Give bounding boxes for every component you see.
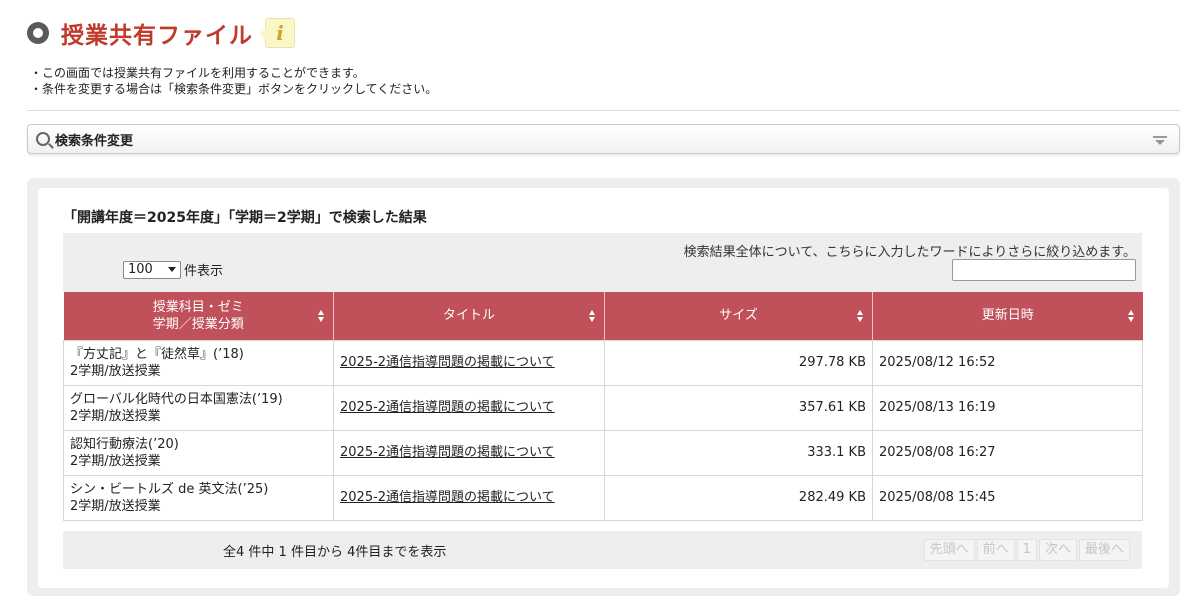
file-link[interactable]: 2025-2通信指導問題の掲載について (340, 445, 555, 460)
results-table: 授業科目・ゼミ 学期／授業分類 タイトル サイズ 更新日時 『方丈記』と『徒然草… (63, 292, 1143, 521)
bullet-circle-icon (27, 22, 49, 44)
title-cell: 2025-2通信指導問題の掲載について (333, 474, 605, 521)
title-cell: 2025-2通信指導問題の掲載について (333, 429, 605, 476)
results-title: 「開講年度＝2025年度」「学期＝2学期」で検索した結果 (63, 210, 427, 226)
sort-icon[interactable] (1127, 309, 1135, 322)
size-cell: 297.78 KB (604, 339, 873, 386)
table-row: シン・ビートルズ de 英文法(’25) 2学期/放送授業 2025-2通信指導問… (63, 474, 1143, 521)
table-header-row: 授業科目・ゼミ 学期／授業分類 タイトル サイズ 更新日時 (63, 292, 1143, 340)
pager-last[interactable]: 最後へ (1078, 539, 1130, 561)
course-cell: シン・ビートルズ de 英文法(’25) 2学期/放送授業 (63, 474, 334, 521)
filter-hint: 検索結果全体について、こちらに入力したワードによりさらに絞り込めます。 (683, 245, 1136, 260)
sort-icon[interactable] (589, 309, 596, 322)
chevron-down-icon (168, 267, 176, 272)
description-line: ・条件を変更する場合は「検索条件変更」ボタンをクリックしてください。 (30, 82, 438, 96)
search-icon (36, 132, 50, 146)
column-header-course[interactable]: 授業科目・ゼミ 学期／授業分類 (63, 292, 334, 340)
per-page-select[interactable]: 100 (123, 260, 181, 279)
per-page-value: 100 (128, 262, 153, 277)
size-cell: 357.61 KB (604, 384, 873, 431)
filter-area: 100 件表示 検索結果全体について、こちらに入力したワードによりさらに絞り込め… (63, 233, 1142, 292)
search-conditions-toggle[interactable]: 検索条件変更 (27, 124, 1180, 154)
date-cell: 2025/08/08 16:27 (872, 429, 1143, 476)
date-cell: 2025/08/12 16:52 (872, 339, 1143, 386)
divider (27, 110, 1180, 111)
description-line: ・この画面では授業共有ファイルを利用することができます。 (30, 66, 365, 80)
file-link[interactable]: 2025-2通信指導問題の掲載について (340, 490, 555, 505)
column-header-updated[interactable]: 更新日時 (872, 292, 1143, 340)
column-header-size[interactable]: サイズ (604, 292, 873, 340)
results-footer: 全4 件中 1 件目から 4件目までを表示 先頭へ 前へ 1 次へ 最後へ (63, 531, 1142, 569)
date-cell: 2025/08/08 15:45 (872, 474, 1143, 521)
column-header-title[interactable]: タイトル (333, 292, 605, 340)
size-cell: 333.1 KB (604, 429, 873, 476)
page-header: 授業共有ファイル i (27, 13, 295, 53)
search-conditions-label: 検索条件変更 (55, 133, 134, 149)
info-icon[interactable]: i (259, 18, 295, 48)
file-link[interactable]: 2025-2通信指導問題の掲載について (340, 400, 555, 415)
file-link[interactable]: 2025-2通信指導問題の掲載について (340, 355, 555, 370)
pager-prev[interactable]: 前へ (976, 539, 1015, 561)
sort-icon[interactable] (857, 309, 864, 322)
per-page-control: 100 件表示 (123, 260, 223, 279)
course-cell: 認知行動療法(’20) 2学期/放送授業 (63, 429, 334, 476)
table-row: グローバル化時代の日本国憲法(’19) 2学期/放送授業 2025-2通信指導問題… (63, 384, 1143, 431)
page-title: 授業共有ファイル (61, 23, 253, 49)
course-cell: グローバル化時代の日本国憲法(’19) 2学期/放送授業 (63, 384, 334, 431)
title-cell: 2025-2通信指導問題の掲載について (333, 339, 605, 386)
page-description: ・この画面では授業共有ファイルを利用することができます。 ・条件を変更する場合は… (30, 65, 437, 97)
table-row: 認知行動療法(’20) 2学期/放送授業 2025-2通信指導問題の掲載について … (63, 429, 1143, 476)
filter-input[interactable] (952, 259, 1136, 281)
expand-icon[interactable] (1153, 135, 1167, 145)
result-count: 全4 件中 1 件目から 4件目までを表示 (223, 545, 447, 560)
date-cell: 2025/08/13 16:19 (872, 384, 1143, 431)
course-cell: 『方丈記』と『徒然草』(’18) 2学期/放送授業 (63, 339, 334, 386)
per-page-label: 件表示 (184, 264, 224, 279)
title-cell: 2025-2通信指導問題の掲載について (333, 384, 605, 431)
sort-icon[interactable] (318, 309, 325, 322)
pagination: 先頭へ 前へ 1 次へ 最後へ (922, 539, 1130, 561)
pager-first[interactable]: 先頭へ (923, 539, 975, 561)
pager-page[interactable]: 1 (1016, 539, 1037, 561)
table-row: 『方丈記』と『徒然草』(’18) 2学期/放送授業 2025-2通信指導問題の掲載… (63, 339, 1143, 386)
size-cell: 282.49 KB (604, 474, 873, 521)
pager-next[interactable]: 次へ (1038, 539, 1077, 561)
